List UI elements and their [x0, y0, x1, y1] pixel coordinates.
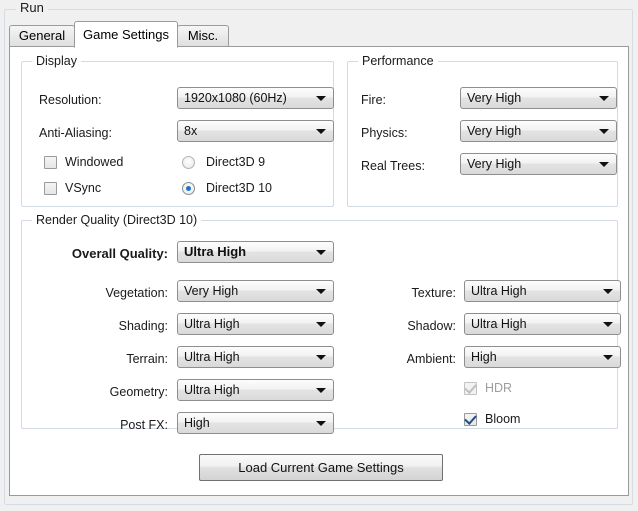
performance-groupbox: Performance Fire: Very High Physics: Ver… — [347, 54, 618, 207]
resolution-combobox-value: 1920x1080 (60Hz) — [184, 91, 287, 105]
vegetation-label: Vegetation: — [105, 286, 168, 300]
tab-game-settings-label: Game Settings — [83, 27, 169, 42]
overall-quality-label: Overall Quality: — [71, 246, 168, 261]
shading-combobox[interactable]: Ultra High — [177, 313, 334, 335]
check-icon — [464, 412, 477, 425]
overall-quality-combobox-value: Ultra High — [184, 244, 247, 259]
fire-combobox[interactable]: Very High — [460, 87, 617, 109]
application-window: Run General Game Settings Misc. Display … — [0, 0, 638, 511]
vegetation-combobox[interactable]: Very High — [177, 280, 334, 302]
direct3d9-radio-label: Direct3D 9 — [206, 155, 266, 169]
shadow-combobox-value: Ultra High — [471, 317, 527, 331]
tab-misc[interactable]: Misc. — [177, 25, 229, 47]
display-groupbox-title: Display — [32, 54, 81, 69]
antialiasing-combobox[interactable]: 8x — [177, 120, 334, 142]
real-trees-combobox-value: Very High — [467, 157, 522, 171]
texture-label: Texture: — [411, 286, 456, 300]
real-trees-label: Real Trees: — [361, 159, 425, 173]
texture-combobox-value: Ultra High — [471, 284, 527, 298]
chevron-down-icon — [599, 129, 609, 134]
bloom-checkbox-label: Bloom — [485, 412, 521, 426]
run-groupbox-title: Run — [16, 0, 48, 15]
shading-label: Shading: — [118, 319, 168, 333]
chevron-down-icon — [316, 96, 326, 101]
physics-combobox[interactable]: Very High — [460, 120, 617, 142]
tab-general-label: General — [18, 28, 66, 43]
render-quality-groupbox: Render Quality (Direct3D 10) Overall Qua… — [21, 213, 621, 434]
fire-label: Fire: — [361, 93, 386, 107]
checkbox-box — [44, 182, 57, 195]
load-current-game-settings-button[interactable]: Load Current Game Settings — [199, 454, 443, 481]
geometry-combobox-value: Ultra High — [184, 383, 240, 397]
chevron-down-icon — [603, 322, 613, 327]
chevron-down-icon — [316, 129, 326, 134]
tab-strip: General Game Settings Misc. — [9, 21, 629, 48]
resolution-label: Resolution: — [39, 93, 102, 107]
checkbox-box — [464, 412, 477, 426]
resolution-combobox[interactable]: 1920x1080 (60Hz) — [177, 87, 334, 109]
shadow-combobox[interactable]: Ultra High — [464, 313, 621, 335]
radio-box — [182, 182, 195, 195]
fire-combobox-value: Very High — [467, 91, 522, 105]
radio-box — [182, 156, 195, 169]
game-settings-panel: Display Resolution: 1920x1080 (60Hz) Ant… — [9, 46, 629, 496]
direct3d10-radio-label: Direct3D 10 — [206, 181, 272, 195]
chevron-down-icon — [599, 96, 609, 101]
geometry-label: Geometry: — [109, 385, 168, 399]
overall-quality-combobox[interactable]: Ultra High — [177, 241, 334, 263]
checkbox-box — [44, 156, 57, 169]
render-quality-groupbox-title: Render Quality (Direct3D 10) — [32, 213, 202, 228]
chevron-down-icon — [599, 162, 609, 167]
windowed-checkbox-label: Windowed — [65, 155, 124, 169]
vegetation-combobox-value: Very High — [184, 284, 239, 298]
terrain-combobox[interactable]: Ultra High — [177, 346, 334, 368]
post-fx-combobox-value: High — [184, 416, 210, 430]
chevron-down-icon — [316, 250, 326, 255]
physics-label: Physics: — [361, 126, 408, 140]
chevron-down-icon — [603, 355, 613, 360]
performance-groupbox-title: Performance — [358, 54, 438, 69]
geometry-combobox[interactable]: Ultra High — [177, 379, 334, 401]
post-fx-combobox[interactable]: High — [177, 412, 334, 434]
post-fx-label: Post FX: — [120, 418, 168, 432]
antialiasing-label: Anti-Aliasing: — [39, 126, 112, 140]
chevron-down-icon — [316, 388, 326, 393]
ambient-combobox-value: High — [471, 350, 497, 364]
antialiasing-combobox-value: 8x — [184, 124, 198, 138]
ambient-combobox[interactable]: High — [464, 346, 621, 368]
load-current-game-settings-button-label: Load Current Game Settings — [238, 460, 404, 475]
tab-general[interactable]: General — [9, 25, 75, 47]
real-trees-combobox[interactable]: Very High — [460, 153, 617, 175]
shading-combobox-value: Ultra High — [184, 317, 240, 331]
radio-dot-icon — [186, 186, 191, 191]
hdr-checkbox-label: HDR — [485, 381, 513, 395]
chevron-down-icon — [316, 421, 326, 426]
ambient-label: Ambient: — [406, 352, 456, 366]
check-icon — [464, 381, 477, 394]
physics-combobox-value: Very High — [467, 124, 522, 138]
display-groupbox: Display Resolution: 1920x1080 (60Hz) Ant… — [21, 54, 334, 207]
checkbox-box — [464, 381, 477, 395]
shadow-label: Shadow: — [407, 319, 456, 333]
tab-game-settings[interactable]: Game Settings — [74, 21, 178, 48]
texture-combobox[interactable]: Ultra High — [464, 280, 621, 302]
terrain-label: Terrain: — [126, 352, 168, 366]
vsync-checkbox-label: VSync — [65, 181, 102, 195]
tab-misc-label: Misc. — [187, 28, 219, 43]
terrain-combobox-value: Ultra High — [184, 350, 240, 364]
chevron-down-icon — [603, 289, 613, 294]
